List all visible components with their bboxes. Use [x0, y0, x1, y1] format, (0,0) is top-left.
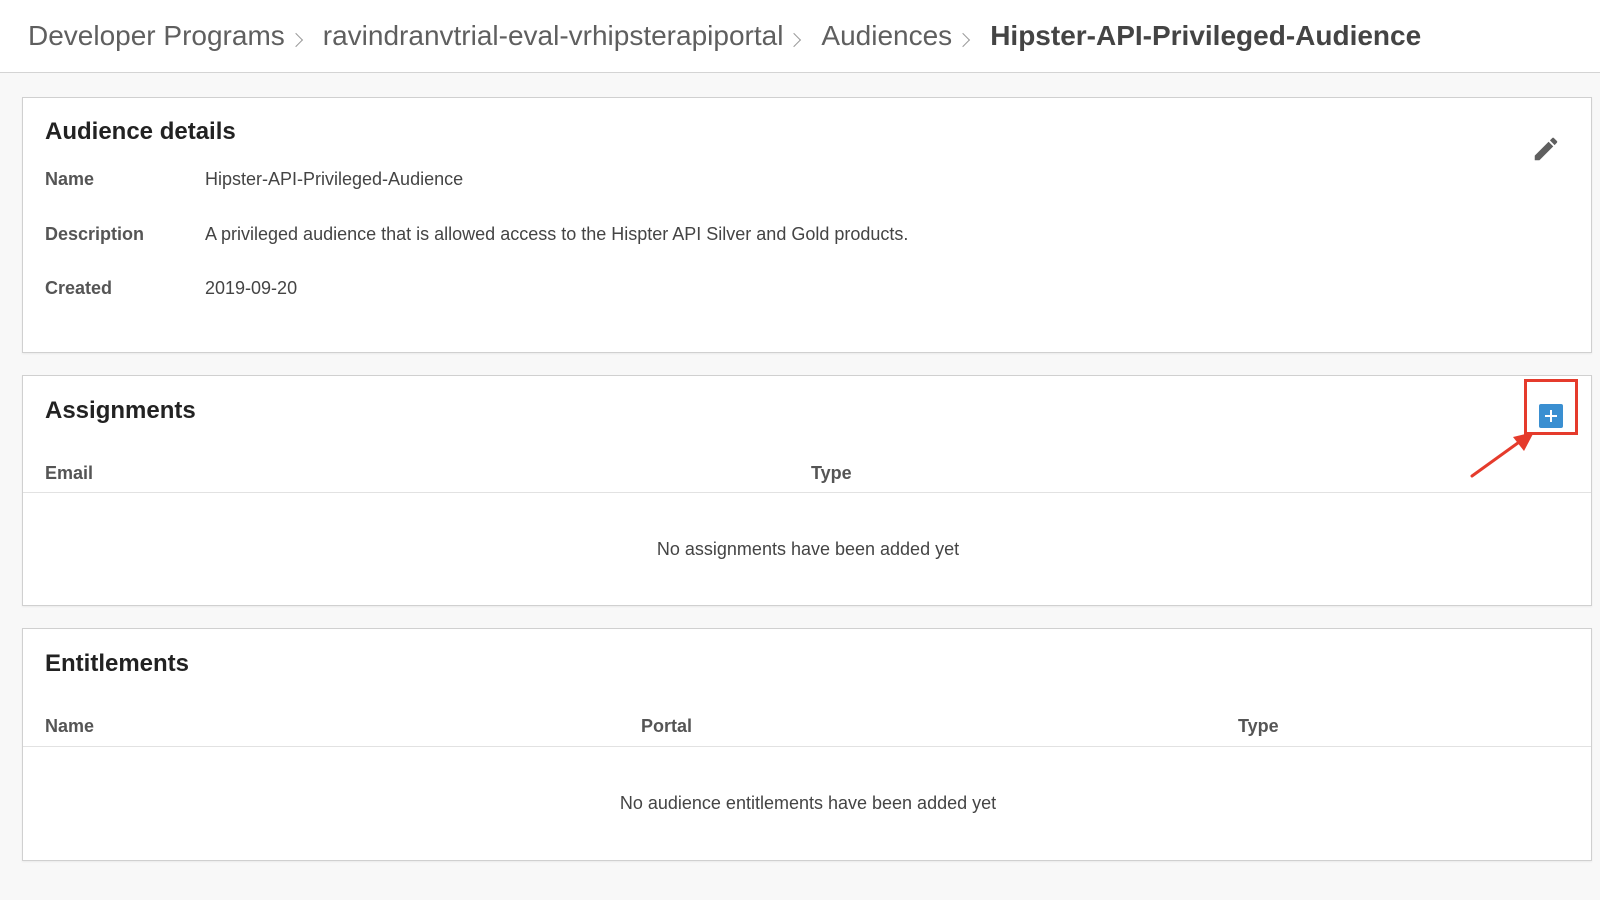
- created-label: Created: [45, 278, 113, 298]
- page-header: Developer Programs ravindranvtrial-eval-…: [0, 0, 1600, 73]
- email-column-header: Email: [45, 463, 94, 483]
- type-column-header: Type: [811, 463, 852, 483]
- type-column-header: Type: [1238, 716, 1279, 736]
- breadcrumb-audiences[interactable]: Audiences: [821, 20, 952, 52]
- breadcrumb-current: Hipster-API-Privileged-Audience: [990, 20, 1422, 51]
- breadcrumb: Developer Programs ravindranvtrial-eval-…: [28, 0, 1421, 72]
- table-divider: [23, 492, 1591, 493]
- name-column-header: Name: [45, 716, 95, 736]
- chevron-right-icon: [288, 32, 303, 48]
- audience-details-card: Audience details Name Hipster-API-Privil…: [22, 97, 1592, 353]
- entitlements-card: Entitlements Name Portal Type No audienc…: [22, 628, 1592, 861]
- entitlements-empty-message: No audience entitlements have been added…: [619, 793, 997, 813]
- portal-column-header: Portal: [641, 716, 693, 736]
- audience-details-title: Audience details: [45, 118, 236, 145]
- pencil-icon: [1534, 137, 1558, 161]
- entitlements-title: Entitlements: [45, 650, 190, 677]
- chevron-right-icon: [956, 32, 971, 48]
- created-value: 2019-09-20: [205, 278, 298, 298]
- table-divider: [23, 746, 1591, 747]
- description-value: A privileged audience that is allowed ac…: [205, 224, 909, 244]
- description-label: Description: [45, 224, 145, 244]
- breadcrumb-developer-programs[interactable]: Developer Programs: [28, 20, 285, 52]
- assignments-title: Assignments: [45, 397, 196, 424]
- name-value: Hipster-API-Privileged-Audience: [205, 169, 464, 189]
- chevron-right-icon: [787, 32, 802, 48]
- breadcrumb-portal[interactable]: ravindranvtrial-eval-vrhipsterapiportal: [323, 20, 784, 52]
- annotation-highlight-box: [1524, 379, 1578, 435]
- assignments-card: Assignments Email Type No assignments ha…: [22, 375, 1592, 606]
- name-label: Name: [45, 169, 95, 189]
- assignments-empty-message: No assignments have been added yet: [656, 539, 960, 559]
- edit-audience-button[interactable]: [1531, 134, 1561, 164]
